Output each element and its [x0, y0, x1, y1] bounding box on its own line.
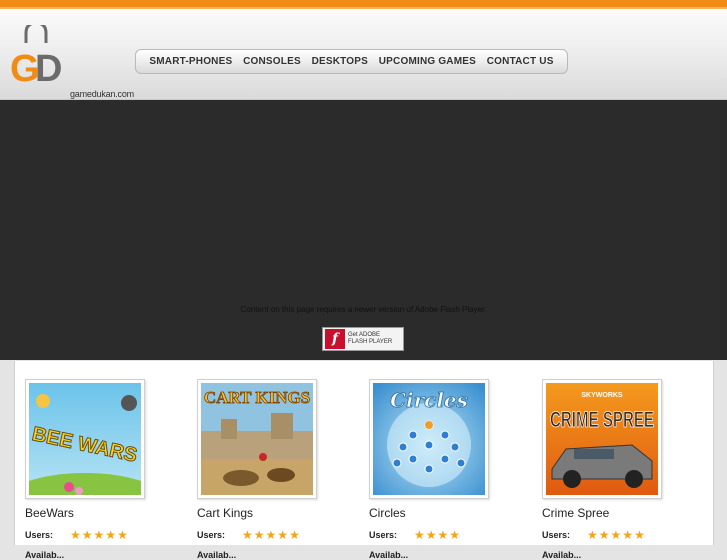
star-icon: ★ — [105, 528, 117, 542]
svg-text:D: D — [35, 48, 62, 90]
top-accent-bar — [0, 0, 727, 7]
star-icon: ★ — [622, 528, 634, 542]
availability-label: Availab... — [25, 550, 65, 560]
game-card: SKYWORKS CRIME SPREE Crime Spree Users: … — [542, 379, 702, 560]
nav-upcoming-games[interactable]: UPCOMING GAMES — [379, 56, 476, 67]
rating-stars: ★★★★★ — [587, 526, 646, 544]
nav-desktops[interactable]: DESKTOPS — [312, 56, 368, 67]
nav-contact-us[interactable]: CONTACT US — [487, 56, 554, 67]
get-flash-player-button[interactable]: f Get ADOBE FLASH PLAYER — [322, 327, 404, 351]
star-icon: ★ — [414, 528, 425, 542]
star-icon: ★ — [289, 528, 300, 542]
star-icon: ★ — [242, 528, 253, 542]
logo-graphic: G D — [10, 21, 62, 90]
cartkings-art: CART KINGS — [201, 383, 313, 495]
users-label: Users: — [369, 530, 398, 540]
game-card: Circles Circles Users: ★★★★ Availab... — [369, 379, 529, 560]
star-icon: ★ — [449, 528, 461, 542]
game-rating: Users: ★★★★★ — [542, 526, 702, 544]
game-thumbnail[interactable]: SKYWORKS CRIME SPREE — [542, 379, 662, 499]
beewars-art: BEE WARS — [29, 383, 141, 495]
star-icon: ★ — [610, 528, 622, 542]
flash-required-message: Content on this page requires a newer ve… — [240, 305, 487, 314]
star-icon: ★ — [117, 528, 128, 542]
game-title[interactable]: BeeWars — [25, 506, 185, 520]
cartkings-thumb-text: CART KINGS — [204, 388, 310, 407]
main-nav: SMART-PHONES CONSOLES DESKTOPS UPCOMING … — [135, 49, 568, 74]
rating-stars: ★★★★★ — [242, 526, 301, 544]
star-icon: ★ — [81, 528, 93, 542]
flash-badge-line1: Get ADOBE — [348, 332, 381, 338]
users-label: Users: — [25, 530, 54, 540]
users-label: Users: — [197, 530, 226, 540]
game-rating: Users: ★★★★★ — [197, 526, 357, 544]
game-title[interactable]: Circles — [369, 506, 529, 520]
star-icon: ★ — [70, 528, 81, 542]
flash-logo-icon: f — [325, 329, 345, 349]
star-icon: ★ — [277, 528, 289, 542]
game-title[interactable]: Crime Spree — [542, 506, 702, 520]
flash-badge-line2: FLASH PLAYER — [348, 339, 393, 345]
crimespree-publisher: SKYWORKS — [581, 392, 623, 399]
logo-site-name: gamedukan.com — [70, 89, 134, 99]
game-rating: Users: ★★★★ — [369, 526, 529, 544]
star-icon: ★ — [598, 528, 610, 542]
star-icon: ★ — [634, 528, 645, 542]
site-logo[interactable]: G D gamedukan.com — [10, 21, 134, 99]
star-icon: ★ — [253, 528, 265, 542]
star-icon: ★ — [587, 528, 598, 542]
flash-placeholder: Content on this page requires a newer ve… — [0, 100, 727, 360]
game-card: CART KINGS Cart Kings Users: ★★★★★ Avail… — [197, 379, 357, 560]
nav-consoles[interactable]: CONSOLES — [243, 56, 301, 67]
games-grid: BEE WARS BeeWars Users: ★★★★★ Availab... — [14, 361, 714, 560]
game-card: BEE WARS BeeWars Users: ★★★★★ Availab... — [25, 379, 185, 560]
star-icon: ★ — [93, 528, 105, 542]
rating-stars: ★★★★ — [414, 526, 461, 544]
availability-label: Availab... — [197, 550, 237, 560]
rating-stars: ★★★★★ — [70, 526, 129, 544]
availability-label: Availab... — [542, 550, 582, 560]
game-rating: Users: ★★★★★ — [25, 526, 185, 544]
game-thumbnail[interactable]: CART KINGS — [197, 379, 317, 499]
nav-smart-phones[interactable]: SMART-PHONES — [149, 56, 232, 67]
game-thumbnail[interactable]: Circles — [369, 379, 489, 499]
game-title[interactable]: Cart Kings — [197, 506, 357, 520]
crimespree-thumb-text: CRIME SPREE — [550, 407, 654, 432]
availability-label: Availab... — [369, 550, 409, 560]
users-label: Users: — [542, 530, 571, 540]
star-icon: ★ — [265, 528, 277, 542]
site-header: G D gamedukan.com SMART-PHONES CONSOLES … — [0, 9, 727, 100]
star-icon: ★ — [425, 528, 437, 542]
game-thumbnail[interactable]: BEE WARS — [25, 379, 145, 499]
star-icon: ★ — [437, 528, 449, 542]
circles-thumb-text: Circles — [390, 388, 468, 412]
circles-art: Circles — [373, 383, 485, 495]
crimespree-art: SKYWORKS CRIME SPREE — [546, 383, 658, 495]
